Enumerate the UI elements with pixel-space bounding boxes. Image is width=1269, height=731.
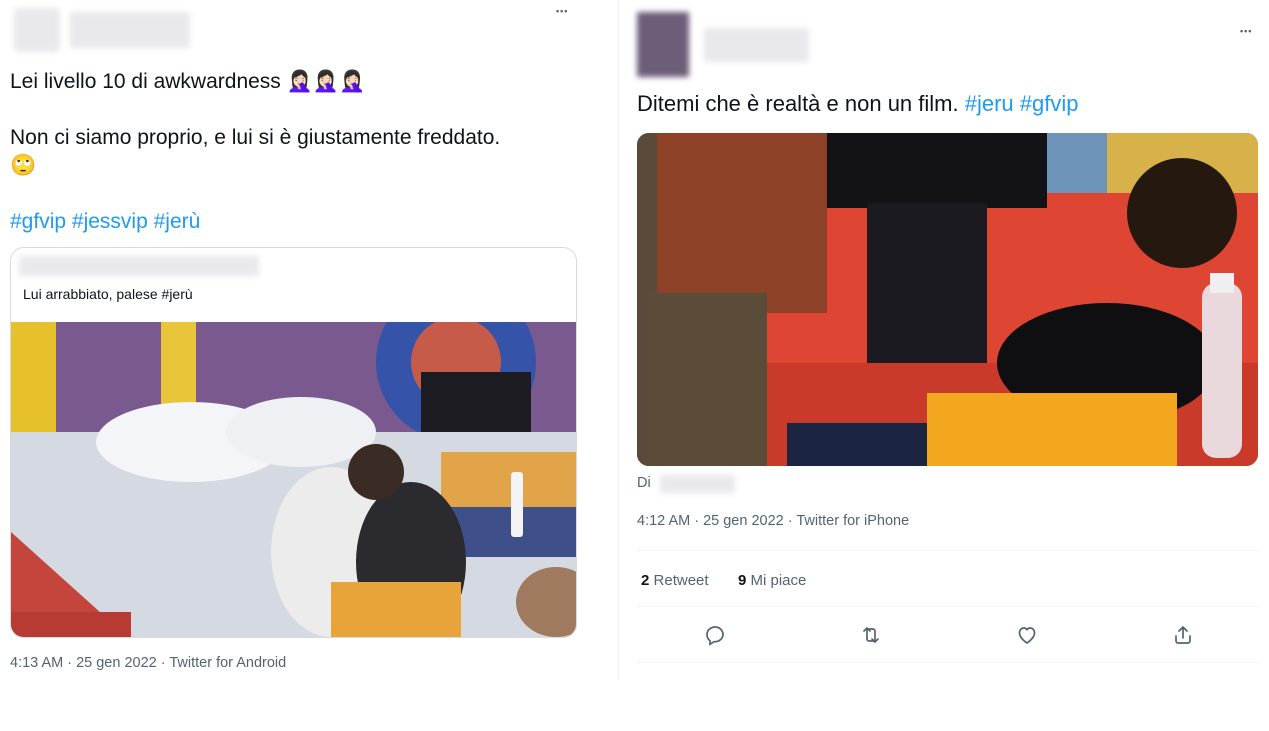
hashtag-link[interactable]: #jeru — [965, 91, 1014, 116]
media-caption: Di — [637, 475, 651, 491]
hashtags: #gfvip #jessvip #jerù — [10, 208, 200, 236]
retweet-icon[interactable] — [859, 623, 883, 647]
reply-icon[interactable] — [703, 623, 727, 647]
hashtag-link[interactable]: #gfvip — [1020, 91, 1079, 116]
avatar[interactable] — [14, 8, 60, 52]
like-icon[interactable] — [1015, 623, 1039, 647]
tweet-text-line1: Lei livello 10 di awkwardness 🤦🏻‍♀️🤦🏻‍♀️… — [10, 68, 365, 96]
media-caption-text: Di — [637, 475, 651, 491]
tweet-timestamp[interactable]: 4:13 AM · 25 gen 2022 · Twitter for Andr… — [10, 655, 286, 671]
divider — [637, 550, 1258, 551]
media-caption-blur — [660, 475, 735, 493]
media-image — [11, 322, 576, 637]
divider — [618, 0, 619, 680]
retweet-count-label: Retweet — [653, 572, 709, 589]
quoted-author[interactable] — [19, 256, 259, 276]
tweet-text: Ditemi che è realtà e non un film. #jeru… — [637, 90, 1079, 118]
media-image — [637, 133, 1258, 466]
author-name[interactable] — [704, 28, 809, 62]
hashtag-link[interactable]: #jessvip — [72, 210, 148, 233]
hashtag-link[interactable]: #gfvip — [10, 210, 66, 233]
quoted-tweet-media[interactable] — [11, 322, 576, 637]
hashtag-link[interactable]: #jerù — [154, 210, 201, 233]
tweet-text-line2: Non ci siamo proprio, e lui si è giustam… — [10, 126, 501, 149]
more-icon[interactable]: ••• — [1240, 26, 1252, 36]
facepalm-emoji: 🤦🏻‍♀️🤦🏻‍♀️🤦🏻‍♀️ — [286, 70, 366, 93]
quoted-tweet-text: Lui arrabbiato, palese #jerù — [23, 286, 193, 302]
retweet-count-value: 2 — [641, 572, 650, 589]
divider — [637, 662, 1258, 663]
tweet-timestamp[interactable]: 4:12 AM · 25 gen 2022 · Twitter for iPho… — [637, 513, 909, 529]
quoted-tweet[interactable]: Lui arrabbiato, palese #jerù — [10, 247, 577, 638]
more-icon[interactable]: ••• — [556, 6, 568, 16]
like-count-label: Mi piace — [750, 572, 807, 589]
tweet-media[interactable] — [637, 133, 1258, 466]
author-name[interactable] — [70, 12, 190, 48]
retweet-count[interactable]: 2 Retweet — [641, 572, 709, 589]
eye-roll-emoji: 🙄 — [10, 154, 37, 177]
avatar[interactable] — [637, 12, 689, 77]
tweet-body: Ditemi che è realtà e non un film. — [637, 91, 959, 116]
like-count[interactable]: 9 Mi piace — [738, 572, 806, 589]
tweet-text: Lei livello 10 di awkwardness — [10, 70, 281, 93]
like-count-value: 9 — [738, 572, 747, 589]
share-icon[interactable] — [1171, 623, 1195, 647]
divider — [637, 606, 1258, 607]
